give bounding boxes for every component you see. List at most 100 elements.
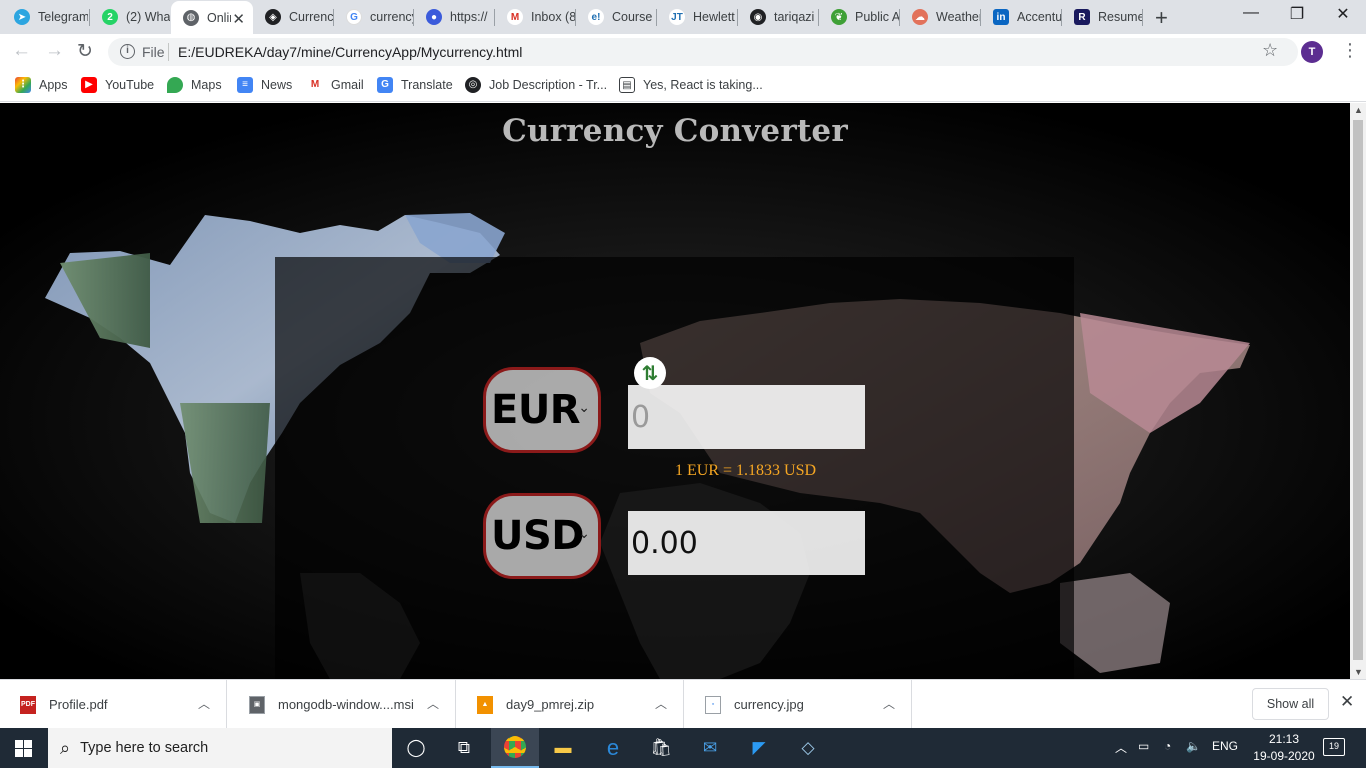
- tab-hewlett[interactable]: JT Hewlett: [657, 0, 737, 34]
- tab-whatsapp[interactable]: 2 (2) WhatsApp: [90, 0, 170, 34]
- github-icon: ◉: [750, 9, 766, 25]
- restore-button[interactable]: ❐: [1274, 4, 1320, 24]
- codepen-icon: ◈: [265, 9, 281, 25]
- image-file-icon: ▫: [705, 695, 721, 714]
- download-item-zip[interactable]: ▲ day9_pmrej.zip ︿: [457, 680, 684, 729]
- weather-icon: ☁: [912, 9, 928, 25]
- installer-icon: ▣: [249, 695, 265, 714]
- task-view-icon[interactable]: ⧉: [440, 728, 488, 768]
- tab-accenture[interactable]: in Accenture: [981, 0, 1061, 34]
- chevron-up-icon[interactable]: ︿: [427, 695, 439, 712]
- tab-public-api[interactable]: ❦ Public A: [819, 0, 899, 34]
- close-shelf-icon[interactable]: ✕: [1340, 692, 1354, 712]
- tab-currency-codepen[interactable]: ◈ Currency: [253, 0, 333, 34]
- bookmark-star-icon[interactable]: ☆: [1262, 40, 1278, 61]
- reload-button[interactable]: ↻: [77, 40, 93, 63]
- profile-avatar[interactable]: T: [1301, 41, 1323, 63]
- close-window-button[interactable]: ✕: [1320, 4, 1366, 24]
- tab-telegram[interactable]: ➤ Telegram: [2, 0, 88, 34]
- tab-resume[interactable]: R Resume: [1062, 0, 1142, 34]
- tab-weather[interactable]: ☁ Weather: [900, 0, 980, 34]
- from-currency-select[interactable]: EUR ⌄: [483, 367, 601, 453]
- windows-start-icon[interactable]: [0, 728, 48, 768]
- vlc-zip-icon: ▲: [477, 695, 493, 714]
- store-icon[interactable]: 🛍: [637, 728, 685, 768]
- scrollbar-thumb[interactable]: [1353, 120, 1363, 660]
- edge-icon[interactable]: e: [589, 728, 637, 768]
- back-button[interactable]: ←: [12, 40, 31, 62]
- volume-icon[interactable]: 🔈: [1186, 739, 1201, 753]
- wifi-icon[interactable]: ◔: [1164, 739, 1171, 753]
- chrome-icon[interactable]: [491, 728, 539, 768]
- to-amount-output[interactable]: 0.00: [628, 511, 865, 575]
- to-currency-select[interactable]: USD ⌄: [483, 493, 601, 579]
- browser-toolbar: ← → ↻ i File E:/EUDREKA/day7/mine/Curren…: [0, 34, 1366, 70]
- edureka-icon: e!: [588, 9, 604, 25]
- bookmark-apps[interactable]: ⋮ Apps: [15, 77, 68, 93]
- bookmark-news[interactable]: ≡ News: [237, 77, 292, 93]
- clock[interactable]: 21:13 19-09-2020: [1253, 731, 1315, 765]
- chevron-up-icon[interactable]: ︿: [1115, 739, 1127, 756]
- chevron-up-icon[interactable]: ︿: [883, 695, 895, 712]
- tab-google-currency[interactable]: G currency: [334, 0, 413, 34]
- globe-icon: ◍: [183, 9, 199, 26]
- mail-icon[interactable]: ✉: [686, 728, 734, 768]
- youtube-icon: ▶: [81, 77, 97, 93]
- cortana-icon[interactable]: ◯: [392, 728, 440, 768]
- job-icon: ◎: [465, 77, 481, 93]
- app-icon[interactable]: ◇: [784, 728, 832, 768]
- chevron-up-icon[interactable]: ︿: [198, 695, 210, 712]
- search-icon: ⌕: [60, 737, 71, 758]
- forward-button[interactable]: →: [45, 40, 64, 62]
- chevron-down-icon: ⌄: [578, 525, 590, 541]
- url-text[interactable]: E:/EUDREKA/day7/mine/CurrencyApp/Mycurre…: [178, 44, 522, 60]
- chevron-up-icon[interactable]: ︿: [655, 695, 667, 712]
- tab-gmail-inbox[interactable]: M Inbox (8: [495, 0, 575, 34]
- info-icon[interactable]: i: [120, 44, 135, 59]
- tab-course[interactable]: e! Course: [576, 0, 656, 34]
- jt-icon: JT: [669, 9, 685, 25]
- swap-arrows-icon[interactable]: ⇅: [634, 357, 666, 389]
- vscode-icon[interactable]: ◤: [735, 728, 783, 768]
- download-item-mongodb[interactable]: ▣ mongodb-window....msi ︿: [229, 680, 456, 729]
- page-title: Currency Converter: [502, 113, 848, 149]
- minimize-button[interactable]: —: [1228, 4, 1274, 22]
- url-scheme-label: File: [142, 44, 165, 60]
- bookmark-maps[interactable]: Maps: [167, 77, 222, 93]
- page-scrollbar[interactable]: ▲ ▼: [1350, 103, 1366, 679]
- new-tab-button[interactable]: +: [1155, 5, 1168, 31]
- exchange-rate-text: 1 EUR = 1.1833 USD: [675, 462, 817, 479]
- scroll-down-arrow-icon[interactable]: ▼: [1354, 667, 1363, 677]
- tab-online-active[interactable]: ◍ Online ✕: [171, 1, 253, 34]
- browser-menu-icon[interactable]: ⋮: [1341, 40, 1359, 61]
- bookmarks-bar: ⋮ Apps ▶ YouTube Maps ≡ News M Gmail G T…: [0, 70, 1366, 102]
- tab-github[interactable]: ◉ tariqazi: [738, 0, 818, 34]
- bookmark-react-article[interactable]: ▤ Yes, React is taking...: [619, 77, 763, 93]
- bookmark-youtube[interactable]: ▶ YouTube: [81, 77, 154, 93]
- bookmark-gmail[interactable]: M Gmail: [307, 77, 364, 93]
- browser-tab-strip: ➤ Telegram 2 (2) WhatsApp ◍ Online ✕ ◈ C…: [0, 0, 1366, 34]
- file-explorer-icon[interactable]: ▬: [539, 728, 587, 768]
- from-amount-input[interactable]: 0: [628, 385, 865, 449]
- omnibox-divider: [168, 43, 169, 61]
- maps-pin-icon: [167, 77, 183, 93]
- battery-icon[interactable]: ▭: [1138, 739, 1149, 753]
- download-item-profile[interactable]: PDF Profile.pdf ︿: [0, 680, 227, 729]
- to-currency-code: USD: [491, 513, 585, 559]
- windows-taskbar: ⌕ Type here to search ◯ ⧉ ▬ e 🛍 ✉ ◤ ◇ ︿ …: [0, 728, 1366, 768]
- translate-icon: G: [377, 77, 393, 93]
- language-indicator[interactable]: ENG: [1212, 739, 1238, 753]
- leaf-icon: ❦: [831, 9, 847, 25]
- notification-center-icon[interactable]: 19: [1323, 738, 1345, 756]
- address-bar[interactable]: i File E:/EUDREKA/day7/mine/CurrencyApp/…: [108, 38, 1298, 66]
- bookmark-translate[interactable]: G Translate: [377, 77, 453, 93]
- tab-divider: [1142, 9, 1143, 26]
- scroll-up-arrow-icon[interactable]: ▲: [1354, 105, 1363, 115]
- close-tab-icon[interactable]: ✕: [232, 10, 245, 28]
- download-item-currency-jpg[interactable]: ▫ currency.jpg ︿: [685, 680, 912, 729]
- show-all-button[interactable]: Show all: [1252, 688, 1329, 720]
- tab-https[interactable]: ● https://: [414, 0, 494, 34]
- taskbar-search-input[interactable]: ⌕ Type here to search: [48, 728, 392, 768]
- web-icon: ●: [426, 9, 442, 25]
- bookmark-job-description[interactable]: ◎ Job Description - Tr...: [465, 77, 607, 93]
